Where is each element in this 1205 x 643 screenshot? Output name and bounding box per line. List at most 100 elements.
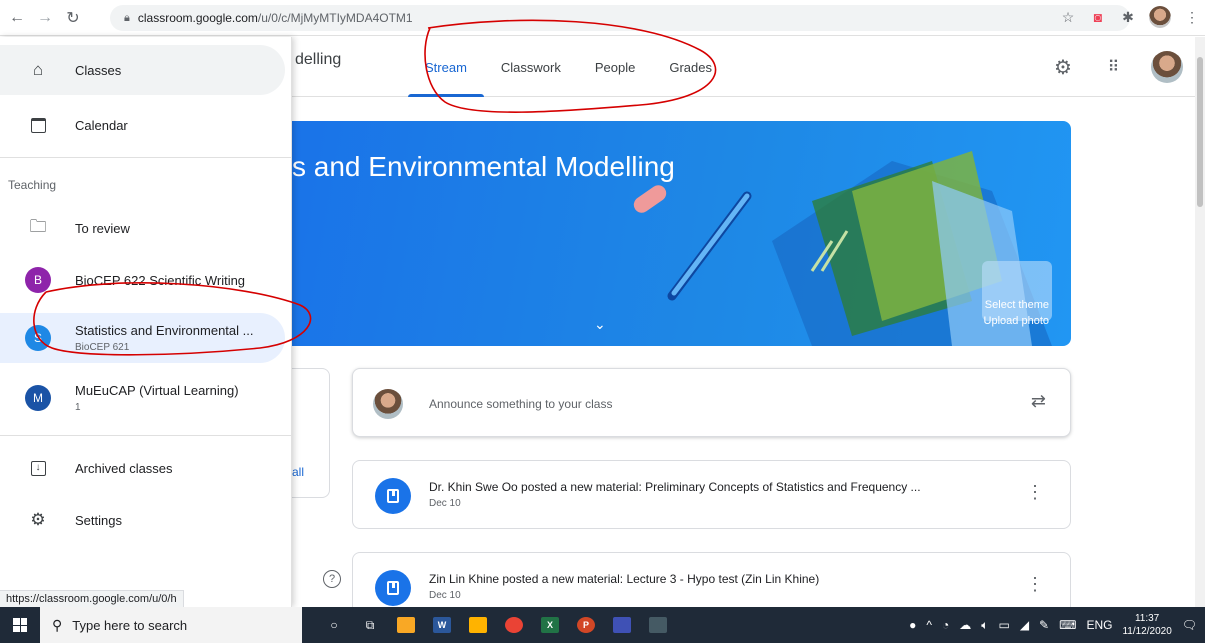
pen-icon[interactable]: ✎	[1039, 618, 1049, 632]
drawer-item-label: Calendar	[75, 117, 128, 133]
drawer-divider	[0, 435, 292, 436]
post-date: Dec 10	[429, 498, 461, 509]
stream-post[interactable]: Dr. Khin Swe Oo posted a new material: P…	[352, 460, 1071, 529]
scrollbar-thumb[interactable]	[1197, 57, 1203, 207]
tray-app-icon[interactable]: ●	[909, 618, 916, 632]
page-scrollbar[interactable]	[1195, 37, 1205, 607]
forward-icon[interactable]: →	[34, 7, 56, 29]
drawer-item-course-biocep622[interactable]: B BioCEP 622 Scientific Writing	[0, 255, 285, 305]
language-indicator[interactable]: ENG	[1086, 618, 1112, 632]
class-settings-gear-icon[interactable]: ⚙	[1051, 55, 1075, 79]
notifications-icon[interactable]: 🗨︎	[1182, 618, 1197, 632]
drawer-item-label: Classes	[75, 62, 122, 78]
tab-people[interactable]: People	[578, 37, 652, 97]
cortana-icon[interactable]: ○	[318, 607, 350, 643]
drawer-item-to-review[interactable]: 🗀︎ To review	[0, 203, 285, 253]
system-tray: ● ^ ◔ ☁ 🔈︎ ▭ ◢ ✎ ⌨ ENG 11:37 11/12/2020 …	[909, 607, 1205, 643]
course-letter: S	[25, 325, 51, 351]
course-name: Statistics and Environmental ...	[75, 323, 254, 338]
drawer-item-course-statistics[interactable]: S Statistics and Environmental ... BioCE…	[0, 313, 285, 363]
back-icon[interactable]: ←	[6, 7, 28, 29]
teaching-heading: Teaching	[8, 178, 57, 192]
course-letter-avatar: B	[24, 267, 52, 293]
class-tabs: Stream Classwork People Grades	[408, 37, 729, 97]
course-name: BioCEP 622 Scientific Writing	[75, 272, 246, 288]
drawer-item-archived[interactable]: ↓ Archived classes	[0, 443, 285, 493]
course-letter-avatar: S	[24, 325, 52, 351]
app-icon[interactable]	[642, 607, 674, 643]
browser-profile-avatar[interactable]	[1149, 6, 1171, 28]
upload-photo-link[interactable]: Upload photo	[984, 313, 1049, 329]
browser-menu-icon[interactable]: ⋮	[1183, 8, 1201, 26]
post-more-options-icon[interactable]: ⋮	[1026, 483, 1044, 501]
tab-stream[interactable]: Stream	[408, 37, 484, 97]
taskbar-clock[interactable]: 11:37 11/12/2020	[1122, 612, 1171, 638]
extensions-puzzle-icon[interactable]: ✱	[1119, 8, 1137, 26]
drawer-item-settings[interactable]: ⚙ Settings	[0, 495, 285, 545]
navigation-drawer: ⌂ Classes Calendar Teaching 🗀︎ To review…	[0, 37, 292, 607]
browser-toolbar: ← → ↻ 🔒︎ classroom.google.com /u/0/c/MjM…	[0, 0, 1205, 36]
drawer-item-classes[interactable]: ⌂ Classes	[0, 45, 285, 95]
volume-icon[interactable]: 🔈︎	[981, 618, 988, 633]
url-host: classroom.google.com	[137, 11, 258, 25]
address-bar[interactable]: 🔒︎ classroom.google.com /u/0/c/MjMyMTIyM…	[110, 5, 1130, 31]
url-path: /u/0/c/MjMyMTIyMDA4OTM1	[257, 11, 413, 25]
course-letter-avatar: M	[24, 385, 52, 411]
banner-expand-chevron-icon[interactable]: ⌄	[594, 316, 606, 333]
touch-keyboard-icon[interactable]: ⌨	[1059, 618, 1076, 632]
drawer-item-calendar[interactable]: Calendar	[0, 100, 285, 150]
show-hidden-icons-chevron-icon[interactable]: ^	[926, 618, 932, 632]
taskbar-search-placeholder: Type here to search	[72, 617, 188, 633]
post-title[interactable]: Zin Lin Khine posted a new material: Lec…	[429, 572, 819, 586]
windows-taskbar: ⚲ Type here to search ○ ⧉ W X P ● ^ ◔ ☁ …	[0, 607, 1205, 643]
pocket-extension-icon[interactable]: ◙	[1089, 8, 1107, 26]
banner-class-title: s and Environmental Modelling	[292, 151, 675, 182]
announce-placeholder[interactable]: Announce something to your class	[429, 397, 612, 411]
view-all-link[interactable]: all	[292, 465, 304, 479]
post-more-options-icon[interactable]: ⋮	[1026, 575, 1044, 593]
word-icon[interactable]: W	[426, 607, 458, 643]
home-icon: ⌂	[32, 60, 44, 79]
help-icon[interactable]: ?	[323, 570, 341, 588]
media-app-icon[interactable]	[606, 607, 638, 643]
google-apps-grid-icon[interactable]: ⠿	[1101, 55, 1125, 79]
account-avatar[interactable]	[1151, 51, 1183, 83]
repost-icon[interactable]: ⇄	[1031, 391, 1046, 412]
calendar-icon	[24, 113, 52, 137]
drawer-divider	[0, 157, 292, 158]
search-icon: ⚲	[52, 616, 63, 633]
upcoming-card: all	[292, 368, 330, 498]
drawer-item-course-mueucap[interactable]: M MuEuCAP (Virtual Learning) 1	[0, 373, 285, 423]
chrome-icon[interactable]	[498, 607, 530, 643]
class-title[interactable]: delling	[295, 51, 341, 69]
network-icon[interactable]: ◢	[1020, 618, 1029, 632]
tab-classwork[interactable]: Classwork	[484, 37, 578, 97]
course-section: BioCEP 621	[75, 342, 130, 353]
taskbar-search[interactable]: ⚲ Type here to search	[40, 607, 302, 643]
post-date: Dec 10	[429, 590, 461, 601]
reload-icon[interactable]: ↻	[62, 7, 84, 29]
paint-icon[interactable]	[462, 607, 494, 643]
post-title[interactable]: Dr. Khin Swe Oo posted a new material: P…	[429, 480, 921, 494]
task-view-icon[interactable]: ⧉	[354, 607, 386, 643]
windows-logo-icon	[13, 618, 27, 632]
powerpoint-icon[interactable]: P	[570, 607, 602, 643]
status-bar-url: https://classroom.google.com/u/0/h	[0, 590, 184, 608]
to-review-folder-icon: 🗀︎	[29, 216, 47, 236]
select-theme-link[interactable]: Select theme	[984, 297, 1049, 313]
tab-grades[interactable]: Grades	[652, 37, 729, 97]
course-letter: M	[25, 385, 51, 411]
onedrive-cloud-icon[interactable]: ☁	[959, 618, 971, 632]
announce-avatar	[373, 389, 403, 419]
drawer-item-label: Archived classes	[75, 460, 173, 476]
file-explorer-icon[interactable]	[390, 607, 422, 643]
battery-icon[interactable]: ▭	[998, 618, 1009, 632]
tray-app-icon[interactable]: ◔	[942, 618, 949, 632]
settings-gear-icon: ⚙	[30, 510, 46, 529]
announce-box[interactable]: Announce something to your class ⇄	[352, 368, 1071, 437]
excel-icon[interactable]: X	[534, 607, 566, 643]
bookmark-star-icon[interactable]: ☆	[1059, 8, 1077, 26]
material-icon	[375, 478, 411, 514]
windows-start-button[interactable]	[0, 607, 40, 643]
course-name: MuEuCAP (Virtual Learning)	[75, 383, 239, 398]
